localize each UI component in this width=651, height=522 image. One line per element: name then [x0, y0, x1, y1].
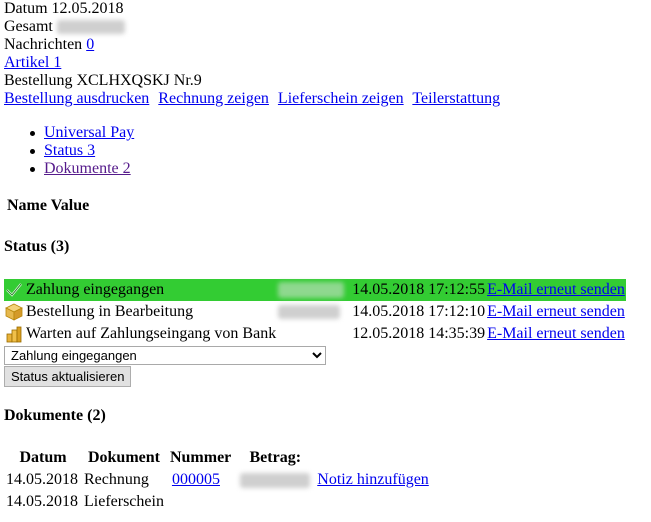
status-label-cell: Zahlung eingegangen: [4, 279, 278, 301]
show-invoice-link[interactable]: Rechnung zeigen: [158, 90, 269, 107]
resend-email-link[interactable]: E-Mail erneut senden: [487, 281, 625, 298]
status-select[interactable]: Zahlung eingegangen: [4, 346, 326, 365]
document-type: Lieferschein: [84, 493, 164, 510]
date-line: Datum 12.05.2018: [4, 0, 124, 18]
name-value-header: Name Value: [7, 197, 90, 214]
column-header-amount: Betrag:: [249, 449, 302, 466]
print-order-link[interactable]: Bestellung ausdrucken: [4, 90, 149, 107]
menu-item-status: Status 3: [29, 142, 134, 160]
show-delivery-note-link[interactable]: Lieferschein zeigen: [278, 90, 404, 107]
document-note-cell: Notiz hinzufügen: [315, 469, 431, 491]
status-user-redacted: [278, 282, 345, 299]
status-row: Warten auf Zahlungseingang von Bank 12.0…: [4, 323, 626, 345]
messages-count-link[interactable]: 0: [86, 36, 94, 53]
column-header-number: Nummer: [169, 449, 232, 466]
document-amount-cell: [235, 469, 315, 491]
document-type: Rechnung: [84, 471, 149, 488]
menu-link-status[interactable]: Status 3: [44, 142, 95, 159]
checkmark-icon: [6, 283, 22, 297]
document-number-cell: 000005: [166, 469, 235, 491]
status-user-redacted: [278, 305, 341, 320]
documents-table: Datum Dokument Nummer Betrag: 14.05.2018…: [4, 447, 431, 513]
package-icon: [5, 303, 23, 321]
date-value: 12.05.2018: [51, 0, 124, 17]
status-action-cell: E-Mail erneut senden: [486, 279, 626, 301]
status-user-cell: [277, 301, 351, 323]
table-row: 14.05.2018 Lieferschein: [4, 491, 431, 513]
status-timestamp: 14.05.2018 17:12:55: [351, 279, 487, 301]
document-number-cell: [166, 491, 235, 513]
section-menu: Universal Pay Status 3 Dokumente 2: [29, 124, 134, 178]
status-table: Zahlung eingegangen 14.05.2018 17:12:55 …: [4, 279, 626, 345]
add-note-link[interactable]: Notiz hinzufügen: [317, 471, 429, 488]
document-date: 14.05.2018: [6, 471, 78, 488]
menu-link-universal-pay[interactable]: Universal Pay: [44, 124, 134, 141]
resend-email-link[interactable]: E-Mail erneut senden: [487, 303, 625, 320]
messages-line: Nachrichten 0: [4, 36, 94, 54]
documents-heading: Dokumente (2): [4, 407, 106, 424]
document-note-cell: [315, 491, 431, 513]
column-header-date: Datum: [19, 449, 67, 466]
status-label: Warten auf Zahlungseingang von Bank: [26, 324, 277, 342]
status-user-cell: [277, 323, 351, 345]
total-label: Gesamt: [4, 18, 53, 35]
status-action-cell: E-Mail erneut senden: [486, 323, 626, 345]
status-row: Zahlung eingegangen 14.05.2018 17:12:55 …: [4, 279, 626, 301]
articles-line: Artikel 1: [4, 54, 61, 72]
order-actions: Bestellung ausdrucken Rechnung zeigen Li…: [4, 90, 505, 108]
status-timestamp: 14.05.2018 17:12:10: [352, 303, 486, 320]
status-row: Bestellung in Bearbeitung 14.05.2018 17:…: [4, 301, 626, 323]
menu-item-universal-pay: Universal Pay: [29, 124, 134, 142]
document-date: 14.05.2018: [6, 493, 78, 510]
status-label-cell: Warten auf Zahlungseingang von Bank: [4, 323, 277, 345]
status-label-cell: Bestellung in Bearbeitung: [4, 301, 277, 323]
status-timestamp: 12.05.2018 14:35:39: [352, 325, 486, 342]
order-title: Bestellung XCLHXQSKJ Nr.9: [4, 72, 202, 89]
menu-link-documents[interactable]: Dokumente 2: [44, 160, 131, 177]
update-status-button[interactable]: Status aktualisieren: [4, 366, 132, 387]
resend-email-link[interactable]: E-Mail erneut senden: [487, 325, 625, 342]
document-amount-cell: [235, 491, 315, 513]
status-heading: Status (3): [4, 238, 70, 255]
partial-refund-link[interactable]: Teilerstattung: [412, 90, 500, 107]
total-value-redacted: [56, 20, 125, 35]
column-header-document: Dokument: [87, 449, 160, 466]
status-user-cell: [277, 279, 352, 301]
document-amount-redacted: [240, 472, 311, 488]
status-label: Zahlung eingegangen: [26, 280, 165, 298]
articles-link[interactable]: Artikel 1: [4, 54, 61, 71]
table-row: 14.05.2018 Rechnung 000005 Notiz hinzufü…: [4, 469, 431, 491]
menu-item-documents: Dokumente 2: [29, 160, 134, 178]
money-bag-icon: [6, 326, 22, 343]
status-label: Bestellung in Bearbeitung: [26, 302, 194, 320]
status-action-cell: E-Mail erneut senden: [486, 301, 626, 323]
total-line: Gesamt: [4, 18, 125, 36]
documents-header-row: Datum Dokument Nummer Betrag:: [4, 447, 431, 469]
date-label: Datum: [4, 0, 48, 17]
messages-label: Nachrichten: [4, 36, 83, 53]
document-number-link[interactable]: 000005: [172, 471, 220, 488]
column-header-note: [315, 447, 431, 469]
